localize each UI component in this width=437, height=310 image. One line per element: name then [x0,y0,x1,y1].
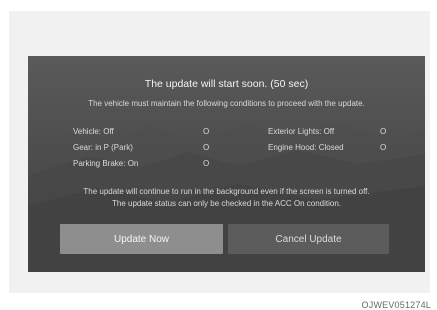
condition-status: O [203,159,210,168]
footer-line-2: The update status can only be checked in… [111,199,342,208]
dialog-title: The update will start soon. (50 sec) [144,78,309,90]
condition-status: O [380,127,387,136]
condition-status: O [380,143,387,152]
figure-code: OJWEV051274L [361,300,431,310]
cancel-update-button[interactable]: Cancel Update [228,224,389,254]
condition-label: Exterior Lights: Off [268,127,335,136]
dialog-footer: The update will continue to run in the b… [28,186,425,210]
condition-gear: Gear: in P (Park) O [73,143,213,152]
condition-parking-brake: Parking Brake: On O [73,159,213,168]
dialog-subtitle: The vehicle must maintain the following … [88,99,365,108]
update-dialog-screen: The update will start soon. (50 sec) The… [28,56,425,272]
condition-label: Parking Brake: On [73,159,139,168]
condition-status: O [203,127,210,136]
condition-status: O [203,143,210,152]
condition-label: Gear: in P (Park) [73,143,133,152]
condition-vehicle: Vehicle: Off O [73,127,213,136]
condition-exterior-lights: Exterior Lights: Off O [268,127,390,136]
condition-label: Engine Hood: Closed [268,143,344,152]
update-now-button[interactable]: Update Now [60,224,223,254]
condition-engine-hood: Engine Hood: Closed O [268,143,390,152]
condition-label: Vehicle: Off [73,127,114,136]
footer-line-1: The update will continue to run in the b… [83,187,370,196]
